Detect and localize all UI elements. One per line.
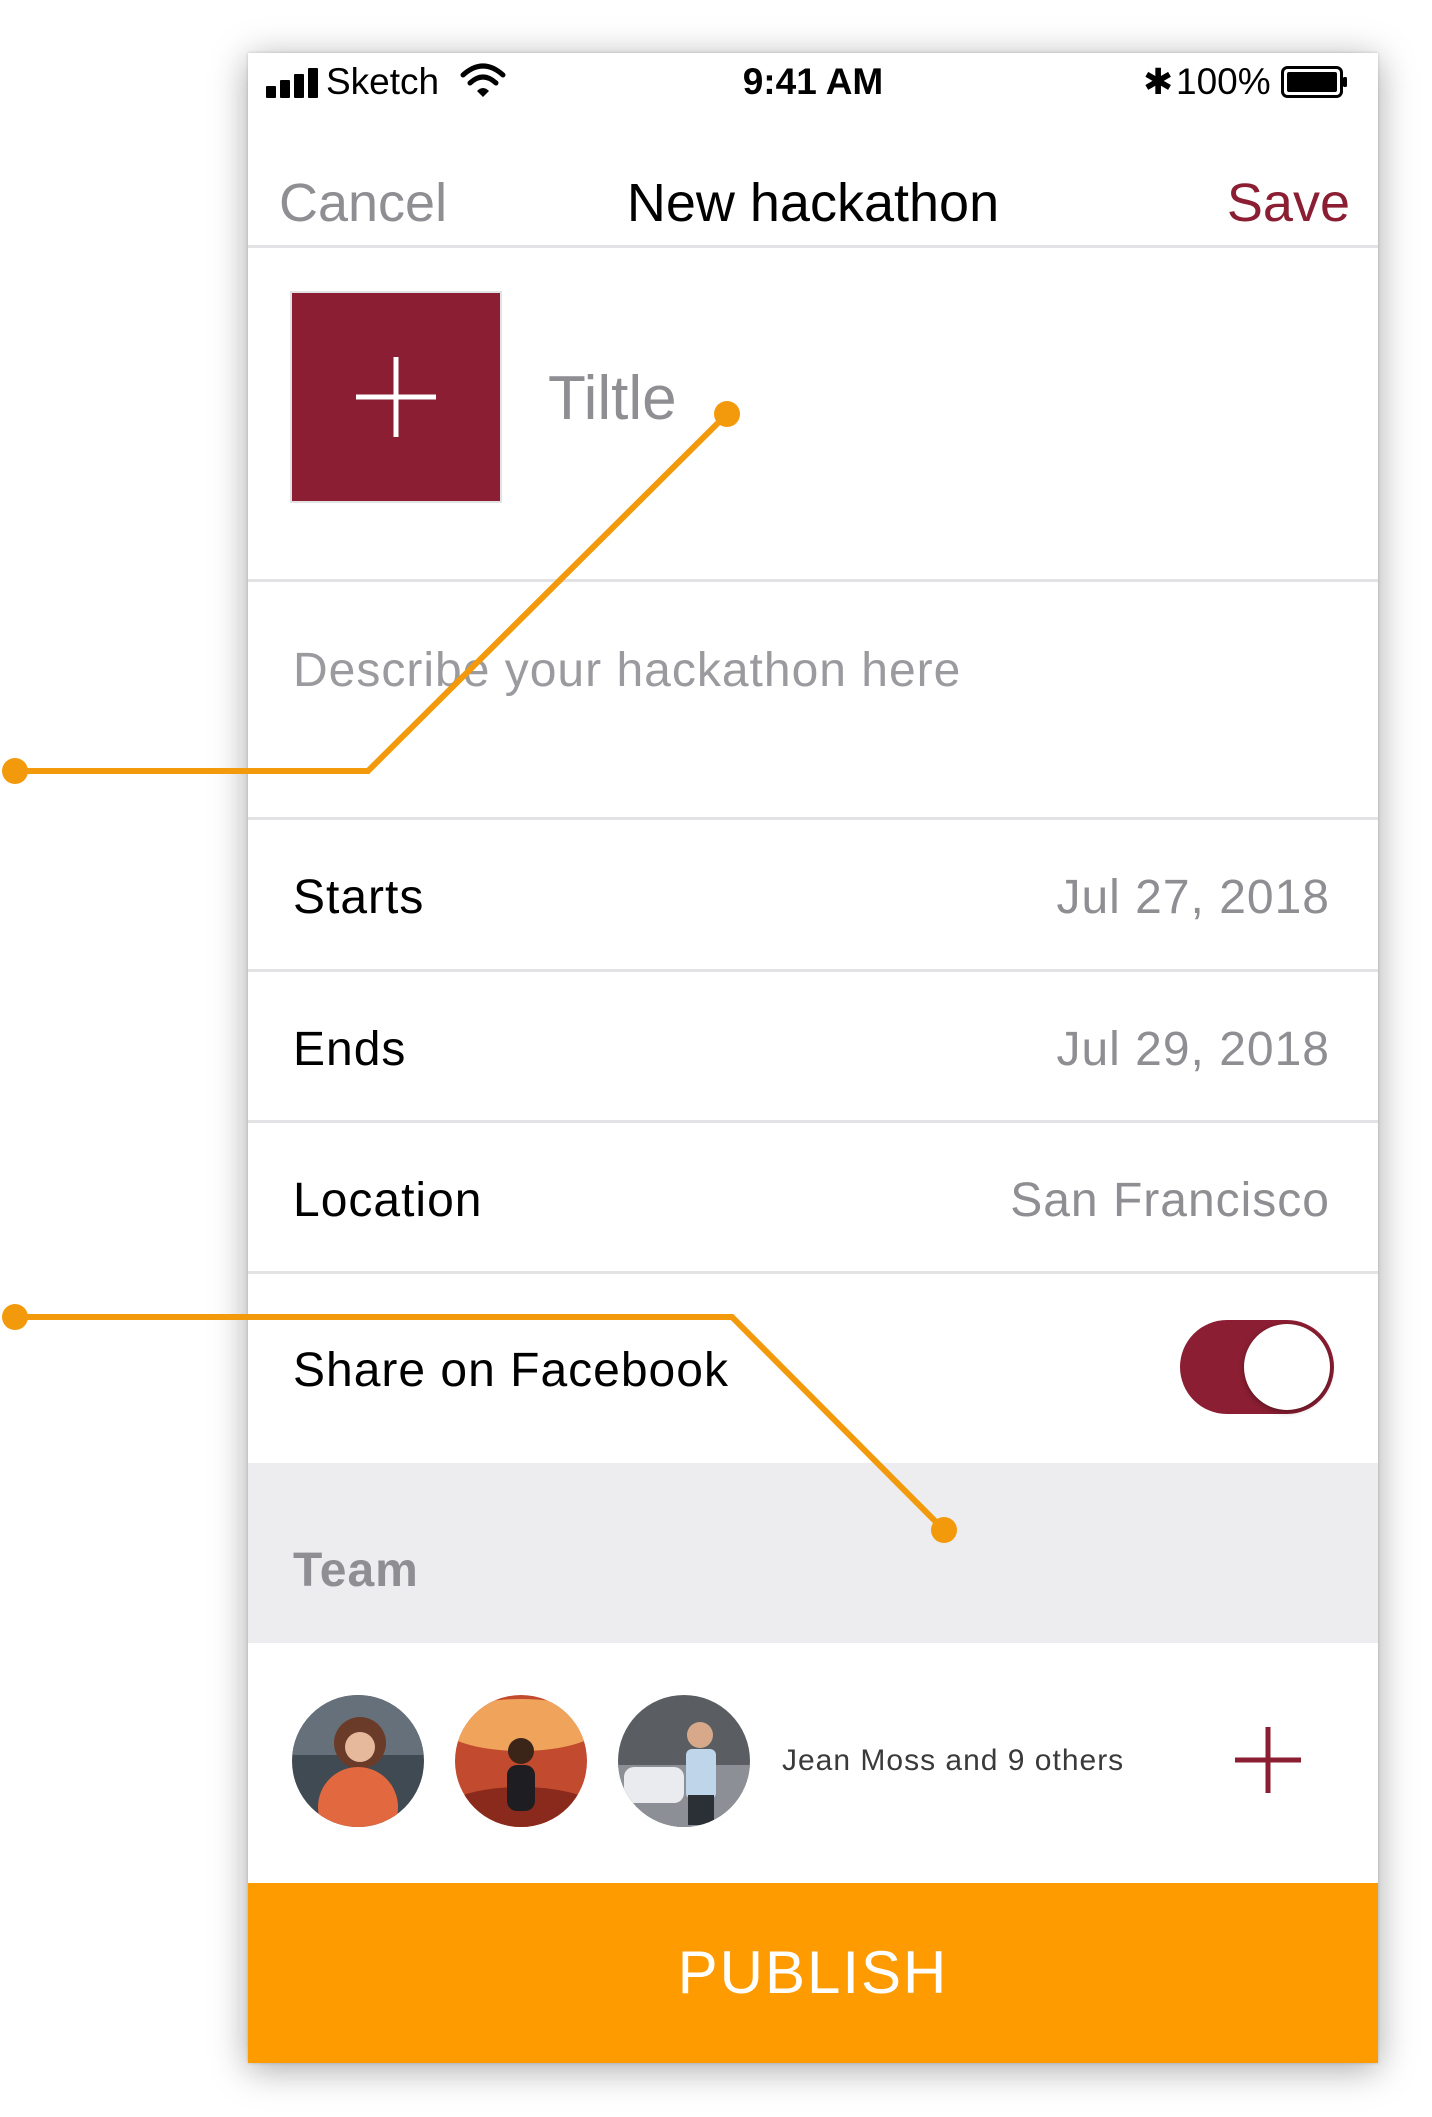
divider [248,245,1378,248]
starts-row[interactable]: Starts Jul 27, 2018 [248,820,1378,970]
plus-icon [356,357,436,437]
signal-bars-icon [266,68,322,98]
ends-label: Ends [293,1023,407,1076]
title-input[interactable]: Tiltle [548,363,1328,434]
navigation-bar: Cancel New hackathon Save [248,148,1378,248]
ends-value: Jul 29, 2018 [1056,1023,1330,1076]
location-label: Location [293,1174,483,1227]
phone-screen: Sketch 9:41 AM ✱ 100% Cancel New hackath… [248,53,1378,2063]
status-bar: Sketch 9:41 AM ✱ 100% [248,53,1378,109]
team-section-header: Team [248,1463,1378,1643]
carrier-name: Sketch [326,61,440,102]
description-input[interactable]: Describe your hackathon here [293,643,1333,698]
wifi-icon [460,63,506,97]
share-facebook-toggle[interactable] [1180,1320,1334,1414]
location-value: San Francisco [1010,1174,1330,1227]
divider [248,579,1378,582]
save-button[interactable]: Save [1227,172,1350,234]
team-member-avatar[interactable] [292,1695,424,1827]
starts-value: Jul 27, 2018 [1056,871,1330,924]
team-member-avatar[interactable] [618,1695,750,1827]
team-section-title: Team [293,1544,419,1597]
battery-percent: 100% [1176,61,1271,102]
publish-button[interactable]: PUBLISH [248,1883,1378,2063]
add-member-button[interactable] [1233,1725,1303,1795]
add-image-button[interactable] [292,293,500,501]
bluetooth-icon: ✱ [1143,61,1174,102]
team-members-summary: Jean Moss and 9 others [782,1744,1125,1777]
share-facebook-label: Share on Facebook [293,1344,729,1397]
ends-row[interactable]: Ends Jul 29, 2018 [248,972,1378,1122]
location-row[interactable]: Location San Francisco [248,1123,1378,1273]
divider [248,1271,1378,1274]
team-member-avatar[interactable] [455,1695,587,1827]
battery-icon [1281,66,1347,98]
cancel-button[interactable]: Cancel [279,172,447,234]
toggle-knob [1244,1324,1330,1410]
starts-label: Starts [293,871,425,924]
